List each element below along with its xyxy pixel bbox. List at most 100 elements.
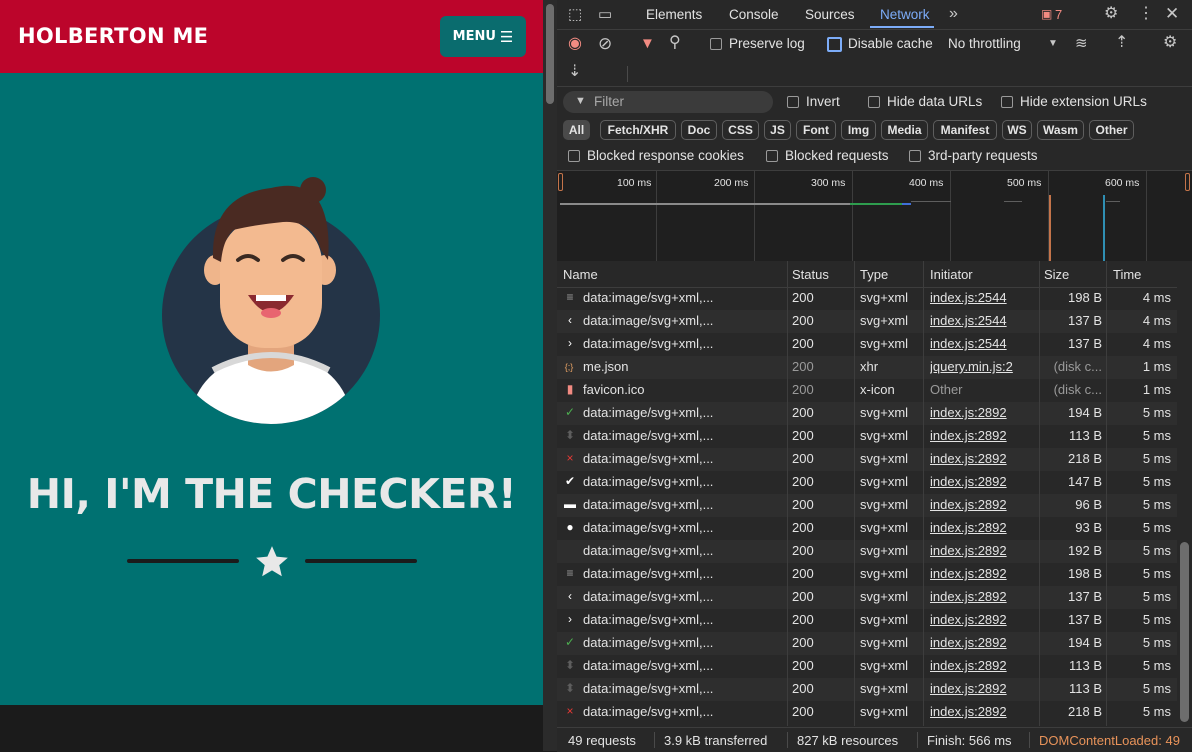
table-row[interactable]: ⬍ data:image/svg+xml,... 200 svg+xml index.j… — [557, 678, 1177, 701]
chip-media[interactable]: Media — [881, 120, 928, 140]
request-initiator[interactable]: index.js:2892 — [930, 543, 1007, 558]
table-row[interactable]: ✔ data:image/svg+xml,... 200 svg+xml index.j… — [557, 471, 1177, 494]
preserve-log-label[interactable]: Preserve log — [729, 36, 805, 51]
hide-data-urls-checkbox[interactable] — [868, 96, 880, 108]
chip-img[interactable]: Img — [841, 120, 876, 140]
third-party-checkbox[interactable] — [909, 150, 921, 162]
request-initiator[interactable]: index.js:2544 — [930, 336, 1007, 351]
device-toolbar-icon[interactable]: ▭ — [598, 7, 612, 22]
chevron-down-icon[interactable]: ▼ — [1048, 39, 1058, 49]
page-scrollbar[interactable] — [543, 0, 557, 751]
chip-font[interactable]: Font — [796, 120, 836, 140]
column-header-name[interactable]: Name — [563, 267, 598, 282]
table-row[interactable]: ≡ data:image/svg+xml,... 200 svg+xml index.j… — [557, 563, 1177, 586]
table-row[interactable]: ▬ data:image/svg+xml,... 200 svg+xml index.j… — [557, 494, 1177, 517]
request-initiator[interactable]: index.js:2892 — [930, 566, 1007, 581]
table-row[interactable]: ✓ data:image/svg+xml,... 200 svg+xml index.j… — [557, 632, 1177, 655]
chip-all[interactable]: All — [563, 120, 590, 140]
tab-elements[interactable]: Elements — [646, 7, 702, 22]
blocked-requests-checkbox[interactable] — [766, 150, 778, 162]
column-header-type[interactable]: Type — [860, 267, 888, 282]
invert-checkbox[interactable] — [787, 96, 799, 108]
record-stop-icon[interactable]: ◉ — [568, 36, 582, 52]
request-initiator[interactable]: index.js:2892 — [930, 451, 1007, 466]
request-initiator[interactable]: index.js:2892 — [930, 589, 1007, 604]
third-party-label[interactable]: 3rd-party requests — [928, 148, 1038, 163]
column-divider[interactable] — [1039, 261, 1040, 287]
column-divider[interactable] — [854, 261, 855, 287]
settings-gear-icon[interactable]: ⚙ — [1104, 6, 1118, 22]
request-table-scrollbar[interactable] — [1177, 287, 1192, 726]
table-row[interactable]: ✓ data:image/svg+xml,... 200 svg+xml index.j… — [557, 402, 1177, 425]
disable-cache-label[interactable]: Disable cache — [848, 36, 933, 51]
chip-manifest[interactable]: Manifest — [933, 120, 997, 140]
request-initiator[interactable]: index.js:2892 — [930, 474, 1007, 489]
column-header-size[interactable]: Size — [1044, 267, 1069, 282]
tab-sources[interactable]: Sources — [805, 7, 855, 22]
chip-js[interactable]: JS — [764, 120, 791, 140]
throttling-select[interactable]: No throttling — [948, 36, 1021, 51]
import-har-icon[interactable]: ⇡ — [1115, 35, 1128, 51]
chip-css[interactable]: CSS — [722, 120, 759, 140]
chip-ws[interactable]: WS — [1002, 120, 1032, 140]
request-initiator[interactable]: index.js:2892 — [930, 428, 1007, 443]
request-initiator[interactable]: jquery.min.js:2 — [930, 359, 1013, 374]
table-row[interactable]: data:image/svg+xml,... 200 svg+xml index.js… — [557, 540, 1177, 563]
blocked-requests-label[interactable]: Blocked requests — [785, 148, 889, 163]
chip-doc[interactable]: Doc — [681, 120, 717, 140]
clear-icon[interactable]: ⊘ — [598, 35, 612, 52]
export-har-icon[interactable]: ⇣ — [568, 64, 581, 80]
table-row[interactable]: › data:image/svg+xml,... 200 svg+xml index.j… — [557, 333, 1177, 356]
timeline-overview[interactable]: 100 ms 200 ms 300 ms 400 ms 500 ms 600 m… — [557, 170, 1192, 262]
hide-data-urls-label[interactable]: Hide data URLs — [887, 94, 982, 109]
site-title[interactable]: HOLBERTON ME — [18, 24, 208, 48]
table-row[interactable]: ⬍ data:image/svg+xml,... 200 svg+xml index.j… — [557, 655, 1177, 678]
hide-extension-urls-label[interactable]: Hide extension URLs — [1020, 94, 1147, 109]
preserve-log-checkbox[interactable] — [710, 38, 722, 50]
blocked-cookies-label[interactable]: Blocked response cookies — [587, 148, 744, 163]
table-row[interactable]: × data:image/svg+xml,... 200 svg+xml index.j… — [557, 701, 1177, 724]
chip-other[interactable]: Other — [1089, 120, 1134, 140]
column-header-initiator[interactable]: Initiator — [930, 267, 973, 282]
column-divider[interactable] — [787, 261, 788, 287]
network-conditions-icon[interactable]: ≋ — [1075, 36, 1088, 51]
column-divider[interactable] — [923, 261, 924, 287]
hide-extension-urls-checkbox[interactable] — [1001, 96, 1013, 108]
table-row[interactable]: × data:image/svg+xml,... 200 svg+xml index.j… — [557, 448, 1177, 471]
issues-count[interactable]: 7 — [1055, 7, 1062, 22]
request-initiator[interactable]: index.js:2892 — [930, 704, 1007, 719]
request-initiator[interactable]: index.js:2892 — [930, 497, 1007, 512]
more-tabs-icon[interactable]: » — [949, 6, 958, 22]
close-icon[interactable]: ✕ — [1165, 5, 1179, 22]
disable-cache-checkbox[interactable] — [827, 37, 842, 52]
range-handle-left[interactable] — [558, 173, 563, 191]
table-row[interactable]: ▮ favicon.ico 200 x-icon Other (disk c... 1 ms — [557, 379, 1177, 402]
menu-button[interactable]: MENU ☰ — [440, 16, 526, 57]
search-icon[interactable]: ⚲ — [669, 35, 681, 51]
table-row[interactable]: ⬍ data:image/svg+xml,... 200 svg+xml index.j… — [557, 425, 1177, 448]
request-initiator[interactable]: index.js:2892 — [930, 612, 1007, 627]
column-divider[interactable] — [1106, 261, 1107, 287]
request-initiator[interactable]: index.js:2892 — [930, 405, 1007, 420]
kebab-menu-icon[interactable]: ⋮ — [1138, 6, 1154, 22]
network-settings-gear-icon[interactable]: ⚙ — [1163, 35, 1177, 51]
filter-input[interactable]: ▼ Filter — [563, 91, 773, 113]
request-initiator[interactable]: index.js:2892 — [930, 681, 1007, 696]
filter-funnel-icon[interactable]: ▼ — [640, 36, 655, 51]
tab-network[interactable]: Network — [880, 7, 930, 22]
table-row[interactable]: ‹ data:image/svg+xml,... 200 svg+xml index.j… — [557, 310, 1177, 333]
chip-fetch-xhr[interactable]: Fetch/XHR — [600, 120, 676, 140]
request-initiator[interactable]: index.js:2892 — [930, 520, 1007, 535]
request-initiator[interactable]: index.js:2544 — [930, 290, 1007, 305]
range-handle-right[interactable] — [1185, 173, 1190, 191]
page-scrollbar-thumb[interactable] — [546, 4, 554, 104]
request-initiator[interactable]: index.js:2544 — [930, 313, 1007, 328]
request-initiator[interactable]: index.js:2892 — [930, 658, 1007, 673]
table-row[interactable]: ‹ data:image/svg+xml,... 200 svg+xml index.j… — [557, 586, 1177, 609]
invert-label[interactable]: Invert — [806, 94, 840, 109]
column-header-time[interactable]: Time — [1113, 267, 1141, 282]
blocked-cookies-checkbox[interactable] — [568, 150, 580, 162]
table-row[interactable]: ● data:image/svg+xml,... 200 svg+xml index.j… — [557, 517, 1177, 540]
column-header-status[interactable]: Status — [792, 267, 829, 282]
inspect-element-icon[interactable]: ⬚ — [568, 7, 582, 22]
